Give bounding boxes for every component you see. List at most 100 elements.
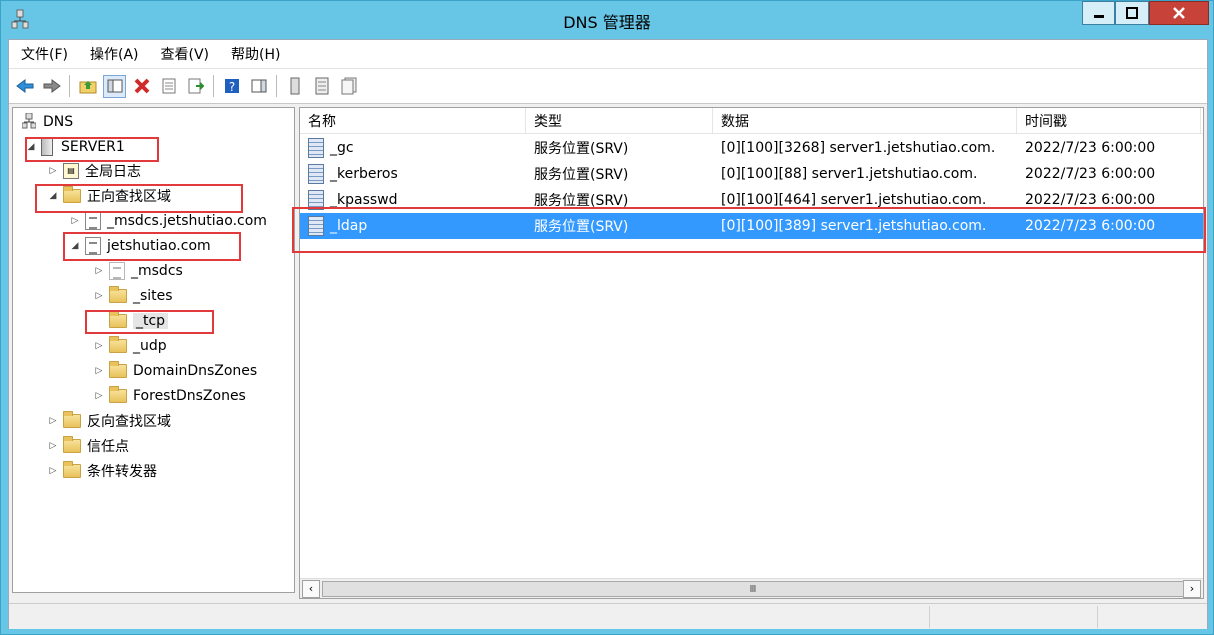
- tree-node-reverse-zones[interactable]: ▷ 反向查找区域: [47, 410, 171, 432]
- highlight-box-server1: [25, 137, 159, 162]
- tree-node-msdcs-zone[interactable]: ▷ _msdcs.jetshutiao.com: [69, 210, 267, 232]
- tree-node-forestdnszones[interactable]: ▷ ForestDnsZones: [93, 385, 246, 407]
- console-tree-icon: [107, 79, 122, 93]
- srv-record-icon: [308, 138, 324, 158]
- tree-node-sites[interactable]: ▷ _sites: [93, 285, 173, 307]
- zone-icon: [85, 212, 101, 230]
- highlight-box-domain-zone: [63, 232, 241, 261]
- action-pane-button[interactable]: [247, 75, 270, 98]
- horizontal-scrollbar[interactable]: ‹ Ⅲ ›: [300, 578, 1203, 598]
- menu-help[interactable]: 帮助(H): [227, 42, 284, 66]
- menu-bar: 文件(F) 操作(A) 查看(V) 帮助(H): [9, 40, 1207, 68]
- client-area: 文件(F) 操作(A) 查看(V) 帮助(H) ? DNS ◢ SERVER1 …: [8, 39, 1208, 629]
- record-name: _kpasswd: [330, 192, 398, 208]
- back-arrow-icon: [15, 79, 33, 93]
- export-list-button[interactable]: [184, 75, 207, 98]
- close-button[interactable]: [1149, 1, 1209, 25]
- expand-arrow-icon[interactable]: ▷: [47, 466, 59, 476]
- close-icon: [1173, 7, 1185, 19]
- toolbar-separator: [213, 75, 214, 97]
- dns-manager-window: DNS 管理器 文件(F) 操作(A) 查看(V) 帮助(H) ? DNS ◢ …: [0, 0, 1214, 635]
- tree-label: DomainDnsZones: [133, 363, 258, 379]
- tree-node-trust-points[interactable]: ▷ 信任点: [47, 435, 129, 457]
- status-bar: [9, 603, 1207, 629]
- record-name: _kerberos: [330, 166, 398, 182]
- record-type: 服务位置(SRV): [534, 141, 629, 157]
- help-button[interactable]: ?: [220, 75, 243, 98]
- record-data: [0][100][3268] server1.jetshutiao.com.: [721, 140, 996, 156]
- window-title: DNS 管理器: [563, 13, 651, 32]
- forward-button[interactable]: [40, 75, 63, 98]
- expand-arrow-icon[interactable]: ▷: [93, 341, 105, 351]
- maximize-button[interactable]: [1115, 1, 1149, 25]
- tree-node-global-logs[interactable]: ▷ ▤ 全局日志: [47, 160, 141, 182]
- tree-label: _msdcs.jetshutiao.com: [107, 213, 267, 229]
- help-icon: ?: [224, 79, 239, 94]
- back-button[interactable]: [13, 75, 36, 98]
- zone-tool-button[interactable]: [337, 75, 360, 98]
- record-icon: [315, 77, 328, 95]
- expand-arrow-icon[interactable]: ▷: [47, 166, 59, 176]
- menu-action[interactable]: 操作(A): [86, 42, 143, 66]
- scroll-thumb[interactable]: Ⅲ: [322, 581, 1184, 597]
- minimize-button[interactable]: [1082, 1, 1115, 25]
- record-type: 服务位置(SRV): [534, 167, 629, 183]
- list-header: 名称 类型 数据 时间戳: [300, 108, 1203, 134]
- minimize-icon: [1093, 15, 1104, 18]
- up-folder-button[interactable]: [76, 75, 99, 98]
- export-icon: [188, 78, 204, 94]
- tree-label: 反向查找区域: [87, 414, 171, 430]
- menu-view[interactable]: 查看(V): [157, 42, 214, 66]
- menu-file[interactable]: 文件(F): [17, 42, 72, 66]
- expand-arrow-icon[interactable]: ▷: [69, 216, 81, 226]
- record-tool-button[interactable]: [310, 75, 333, 98]
- action-pane-icon: [251, 79, 266, 93]
- tree-node-msdcs[interactable]: ▷ _msdcs: [93, 260, 183, 282]
- status-cell: [929, 606, 930, 628]
- expand-arrow-icon[interactable]: ▷: [93, 366, 105, 376]
- server-icon: [290, 77, 299, 95]
- properties-button[interactable]: [157, 75, 180, 98]
- tree-node-udp[interactable]: ▷ _udp: [93, 335, 167, 357]
- title-bar[interactable]: DNS 管理器: [1, 1, 1213, 39]
- properties-icon: [162, 78, 175, 94]
- scroll-right-button[interactable]: ›: [1183, 579, 1201, 598]
- show-hide-tree-button[interactable]: [103, 74, 126, 98]
- list-row-gc[interactable]: _gc 服务位置(SRV) [0][100][3268] server1.jet…: [300, 135, 1203, 161]
- folder-icon: [109, 361, 127, 378]
- tree-label: 全局日志: [85, 164, 141, 180]
- expand-arrow-icon[interactable]: ▷: [93, 266, 105, 276]
- delete-button[interactable]: [130, 75, 153, 98]
- log-icon: ▤: [63, 163, 79, 179]
- record-name: _gc: [330, 140, 354, 156]
- expand-arrow-icon[interactable]: ▷: [93, 391, 105, 401]
- expand-arrow-icon[interactable]: ▷: [47, 416, 59, 426]
- zone-icon: [341, 77, 356, 95]
- column-header-timestamp[interactable]: 时间戳: [1017, 108, 1201, 134]
- zone-icon: [109, 262, 125, 280]
- up-folder-icon: [79, 81, 96, 94]
- folder-icon: [109, 386, 127, 403]
- column-header-data[interactable]: 数据: [713, 108, 1017, 134]
- tree-label: 条件转发器: [87, 464, 157, 480]
- highlight-box-forward-zones: [35, 184, 243, 213]
- records-list: 名称 类型 数据 时间戳 _gc 服务位置(SRV) [0][100][3268…: [299, 107, 1204, 599]
- column-header-type[interactable]: 类型: [526, 108, 713, 134]
- tree-label: _sites: [133, 288, 173, 304]
- list-row-kerberos[interactable]: _kerberos 服务位置(SRV) [0][100][88] server1…: [300, 161, 1203, 187]
- scroll-left-button[interactable]: ‹: [302, 579, 320, 598]
- tree-node-dns[interactable]: DNS: [21, 111, 73, 133]
- column-header-name[interactable]: 名称: [300, 108, 526, 134]
- toolbar: ?: [9, 68, 1207, 104]
- server-tool-button[interactable]: [283, 75, 306, 98]
- tree-label: _msdcs: [131, 263, 183, 279]
- console-tree: DNS ◢ SERVER1 ▷ ▤ 全局日志 ◢ 正向查找区域 ▷ _msdcs…: [12, 107, 295, 593]
- srv-record-icon: [308, 164, 324, 184]
- highlight-box-tcp: [85, 310, 214, 334]
- tree-label: DNS: [43, 114, 74, 130]
- tree-node-conditional-forwarders[interactable]: ▷ 条件转发器: [47, 460, 157, 482]
- expand-arrow-icon[interactable]: ▷: [93, 291, 105, 301]
- svg-text:?: ?: [228, 80, 234, 94]
- tree-node-domaindnszones[interactable]: ▷ DomainDnsZones: [93, 360, 257, 382]
- expand-arrow-icon[interactable]: ▷: [47, 441, 59, 451]
